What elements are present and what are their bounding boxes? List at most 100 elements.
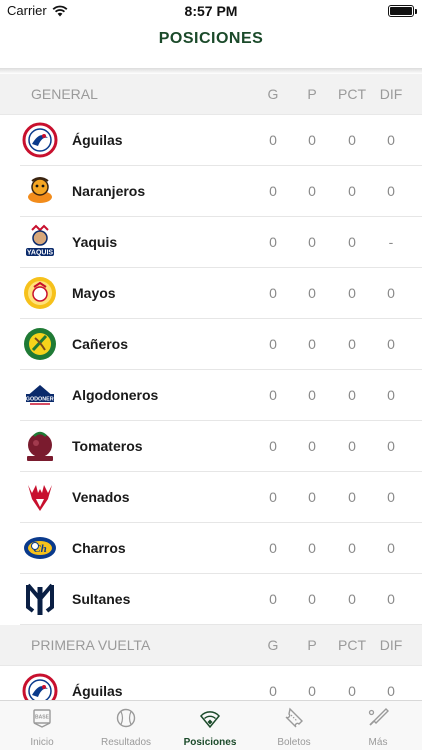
base-icon: BASE: [33, 709, 51, 728]
dif-value: 0: [387, 183, 395, 199]
tab-boletos[interactable]: Boletos: [252, 701, 336, 750]
caneros-logo: [24, 328, 56, 360]
yaquis-logo: YAQUIS: [26, 224, 54, 257]
pct-value: 0: [348, 683, 356, 699]
wins-value: 0: [269, 234, 277, 250]
bat-icon: [368, 708, 389, 726]
losses-value: 0: [308, 438, 316, 454]
dif-value: 0: [387, 591, 395, 607]
tab-posiciones[interactable]: Posiciones: [168, 701, 252, 750]
aguilas-logo: [22, 122, 58, 158]
tab-resultados[interactable]: Resultados: [84, 701, 168, 750]
status-bar: Carrier 8:57 PM: [0, 0, 422, 22]
tab-label: Posiciones: [183, 737, 237, 748]
team-row[interactable]: Naranjeros 0 0 0 0: [0, 166, 422, 217]
tab-label: Inicio: [30, 737, 54, 748]
column-dif: DIF: [379, 637, 403, 653]
wins-value: 0: [269, 438, 277, 454]
team-row[interactable]: Venados 0 0 0 0: [0, 472, 422, 523]
team-name: Cañeros: [72, 336, 129, 352]
losses-value: 0: [308, 387, 316, 403]
team-row[interactable]: YAQUIS Yaquis 0 0 0 -: [0, 217, 422, 268]
losses-value: 0: [308, 285, 316, 301]
section-header: GENERAL G P PCT DIF: [0, 74, 422, 115]
losses-value: 0: [308, 540, 316, 556]
team-row[interactable]: ALGODONEROS Algodoneros 0 0 0 0: [0, 370, 422, 421]
pct-value: 0: [348, 132, 356, 148]
dif-value: 0: [387, 336, 395, 352]
team-name: Tomateros: [72, 438, 143, 454]
pct-value: 0: [348, 285, 356, 301]
column-g: G: [267, 637, 279, 653]
column-dif: DIF: [379, 86, 403, 102]
team-name: Sultanes: [72, 591, 131, 607]
losses-value: 0: [308, 336, 316, 352]
team-row[interactable]: Cañeros 0 0 0 0: [0, 319, 422, 370]
dif-value: 0: [387, 540, 395, 556]
pct-value: 0: [348, 438, 356, 454]
team-name: Yaquis: [72, 234, 118, 250]
venados-logo: [28, 485, 52, 511]
tomateros-logo: [27, 431, 53, 461]
wins-value: 0: [269, 540, 277, 556]
algodoneros-logo: ALGODONEROS: [22, 385, 58, 405]
wins-value: 0: [269, 683, 277, 699]
losses-value: 0: [308, 591, 316, 607]
pct-value: 0: [348, 234, 356, 250]
wins-value: 0: [269, 336, 277, 352]
status-time: 8:57 PM: [184, 3, 238, 19]
svg-text:ALGODONEROS: ALGODONEROS: [22, 397, 58, 403]
dif-value: 0: [387, 438, 395, 454]
tab-bar: BASE Inicio Resultados Posiciones Boleto…: [0, 700, 422, 750]
team-name: Naranjeros: [72, 183, 146, 199]
tab-mas[interactable]: Más: [336, 701, 420, 750]
dif-value: 0: [387, 387, 395, 403]
team-name: Águilas: [72, 132, 123, 148]
battery-icon: [388, 5, 417, 17]
tab-label: Resultados: [100, 737, 152, 748]
page-title: POSICIONES: [158, 30, 264, 47]
losses-value: 0: [308, 683, 316, 699]
team-name: Venados: [72, 489, 130, 505]
team-row[interactable]: Sultanes 0 0 0 0: [0, 574, 422, 625]
section-title: PRIMERA VUELTA: [31, 637, 151, 653]
team-row[interactable]: Mayos 0 0 0 0: [0, 268, 422, 319]
wins-value: 0: [269, 132, 277, 148]
ticket-icon: [285, 707, 303, 728]
svg-text:BASE: BASE: [35, 715, 50, 721]
wins-value: 0: [269, 489, 277, 505]
pct-value: 0: [348, 336, 356, 352]
column-g: G: [267, 86, 279, 102]
column-p: P: [307, 86, 317, 102]
mayos-logo: [24, 277, 56, 309]
tab-label: Boletos: [277, 737, 311, 748]
pct-value: 0: [348, 591, 356, 607]
sultanes-logo: [26, 583, 54, 615]
pct-value: 0: [348, 540, 356, 556]
losses-value: 0: [308, 183, 316, 199]
tab-inicio[interactable]: BASE Inicio: [0, 701, 84, 750]
wins-value: 0: [269, 387, 277, 403]
column-pct: PCT: [338, 86, 366, 102]
baseball-icon: [116, 708, 136, 728]
section-header: PRIMERA VUELTA G P PCT DIF: [0, 625, 422, 666]
charros-logo: Ch: [24, 537, 56, 559]
naranjeros-logo: [28, 177, 52, 203]
column-p: P: [307, 637, 317, 653]
pct-value: 0: [348, 489, 356, 505]
dif-value: 0: [387, 683, 395, 699]
field-icon: [200, 711, 220, 729]
team-row[interactable]: Tomateros 0 0 0 0: [0, 421, 422, 472]
wins-value: 0: [269, 591, 277, 607]
losses-value: 0: [308, 489, 316, 505]
svg-text:YAQUIS: YAQUIS: [27, 250, 54, 257]
team-name: Águilas: [72, 683, 123, 699]
team-row[interactable]: Ch Charros 0 0 0 0: [0, 523, 422, 574]
tab-label: Más: [368, 737, 388, 748]
column-pct: PCT: [338, 637, 366, 653]
team-row[interactable]: Águilas 0 0 0 0: [0, 115, 422, 166]
dif-value: 0: [387, 132, 395, 148]
dif-value: -: [388, 234, 394, 250]
losses-value: 0: [308, 234, 316, 250]
dif-value: 0: [387, 285, 395, 301]
